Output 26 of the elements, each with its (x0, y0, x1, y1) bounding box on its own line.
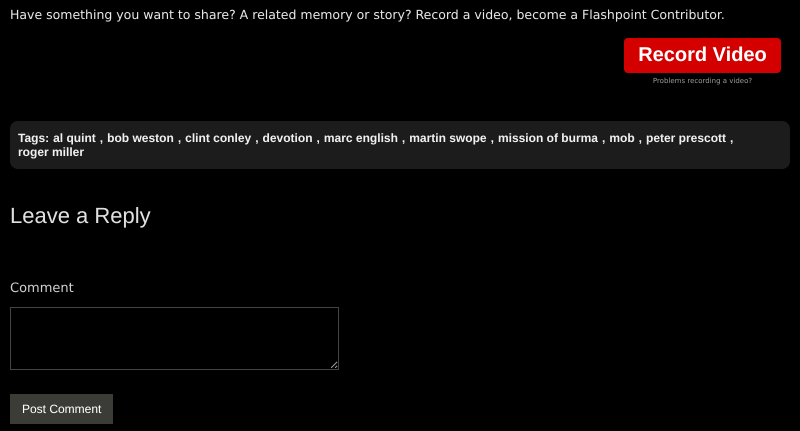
tag-separator: , (100, 131, 104, 145)
tag-separator: , (178, 131, 182, 145)
tag-separator: , (402, 131, 406, 145)
tag-separator: , (316, 131, 320, 145)
comment-field[interactable] (10, 307, 339, 370)
tag-link[interactable]: mission of burma (498, 131, 598, 145)
tag-separator: , (255, 131, 259, 145)
record-video-button[interactable]: Record Video (624, 38, 781, 73)
post-comment-button[interactable]: Post Comment (10, 394, 114, 424)
comment-label: Comment (10, 281, 74, 296)
tag-separator: , (638, 131, 642, 145)
tag-link[interactable]: martin swope (409, 131, 487, 145)
tag-separator: , (730, 131, 734, 145)
reply-heading: Leave a Reply (10, 203, 152, 229)
tag-separator: , (602, 131, 606, 145)
tag-link[interactable]: peter prescott (646, 131, 726, 145)
intro-text: Have something you want to share? A related memory or story? Record a video, become a Flashpoint Contributor. (10, 6, 726, 24)
tag-link[interactable]: al quint (53, 131, 96, 145)
tag-separator: , (490, 131, 494, 145)
tag-link[interactable]: mob (609, 131, 635, 145)
tags-label: Tags: (18, 131, 50, 145)
tag-link[interactable]: bob weston (107, 131, 174, 145)
tag-link[interactable]: clint conley (185, 131, 252, 145)
tag-link[interactable]: roger miller (18, 145, 84, 159)
tag-link[interactable]: marc english (324, 131, 398, 145)
tag-link[interactable]: devotion (262, 131, 313, 145)
